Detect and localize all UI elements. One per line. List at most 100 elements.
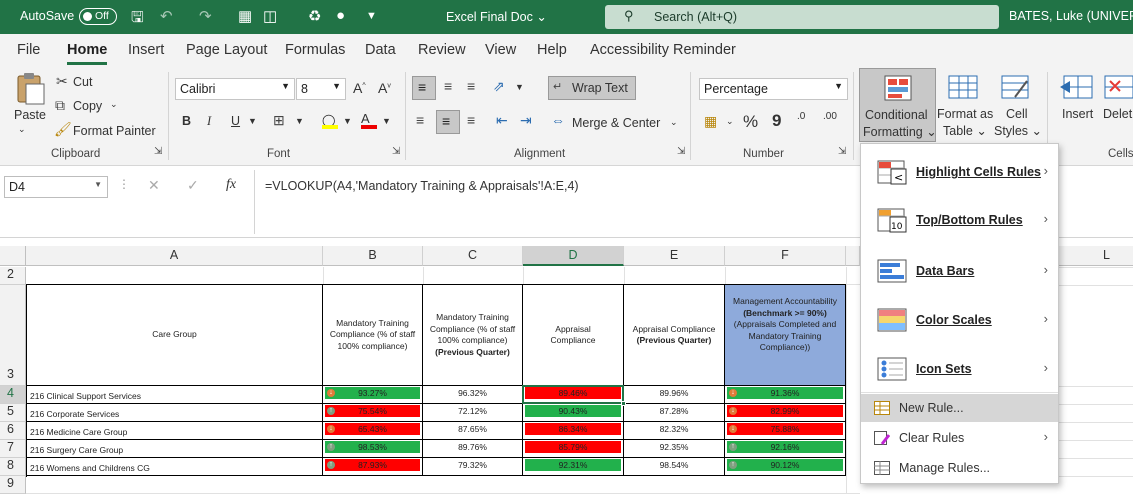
row-header-6[interactable]: 6 [0, 422, 26, 440]
align-center-icon[interactable]: ≡ [436, 110, 460, 134]
menu-item-manage-rules[interactable]: Manage Rules... [861, 454, 1058, 482]
borders-dropdown-icon[interactable]: ▼ [295, 116, 304, 126]
value-cell-b[interactable]: 75.54% ↑ [323, 404, 423, 422]
tab-home[interactable]: Home [67, 42, 108, 65]
format-as-table-label-2[interactable]: Table ⌄ [943, 123, 987, 138]
top-align-icon[interactable]: ≡ [412, 76, 436, 100]
care-group-cell[interactable]: 216 Medicine Care Group [27, 422, 323, 440]
value-cell-e[interactable]: 89.96% [624, 386, 725, 404]
confirm-entry-icon[interactable]: ✓ [187, 177, 199, 194]
font-launcher-icon[interactable]: ⇲ [392, 146, 400, 157]
menu-item-top-bottom-rules[interactable]: 10 Top/Bottom Rules › [861, 200, 1058, 240]
row-header-9[interactable]: 9 [0, 476, 26, 494]
underline-dropdown-icon[interactable]: ▼ [248, 116, 257, 126]
bottom-align-icon[interactable]: ≡ [467, 78, 475, 94]
paste-icon[interactable] [14, 72, 48, 106]
font-name-box[interactable]: Calibri ▼ [175, 78, 295, 100]
cut-icon[interactable]: ✂ [56, 73, 68, 90]
copy-dropdown-icon[interactable]: ⌄ [110, 99, 118, 110]
select-all-corner[interactable] [0, 246, 26, 266]
merge-center-button[interactable]: Merge & Center [572, 116, 660, 130]
menu-item-highlight-cells-rules[interactable]: < Highlight Cells Rules › [861, 152, 1058, 192]
format-painter-button[interactable]: Format Painter [73, 124, 156, 138]
format-as-table-icon[interactable] [948, 75, 980, 101]
document-title[interactable]: Excel Final Doc ⌄ [446, 9, 547, 24]
value-cell-f[interactable]: 90.12% ↑ [725, 458, 846, 476]
data-form-icon[interactable]: ▦ [238, 7, 252, 25]
middle-align-icon[interactable]: ≡ [444, 78, 452, 94]
fill-color-icon[interactable]: ◯ [322, 113, 338, 129]
delete-cells-icon[interactable] [1104, 75, 1133, 101]
cancel-entry-icon[interactable]: ✕ [148, 177, 160, 194]
value-cell-f[interactable]: 92.16% ↑ [725, 440, 846, 458]
font-color-dropdown-icon[interactable]: ▼ [382, 116, 391, 126]
bold-button[interactable]: B [182, 114, 191, 128]
paste-dropdown-icon[interactable]: ⌄ [18, 124, 26, 135]
italic-button[interactable]: I [207, 114, 211, 129]
copy-icon[interactable]: ⧉ [55, 97, 65, 114]
increase-indent-icon[interactable]: ⇥ [520, 112, 532, 129]
column-header-a[interactable]: A [26, 246, 323, 266]
merge-dropdown-icon[interactable]: ⌄ [670, 117, 678, 128]
user-name[interactable]: BATES, Luke (UNIVERSIT [1009, 9, 1133, 23]
delete-cells-button[interactable]: Delet [1103, 107, 1132, 121]
value-cell-b[interactable]: 65.43% ↓ [323, 422, 423, 440]
redo-icon[interactable]: ↷ [199, 7, 212, 25]
underline-button[interactable]: U [231, 114, 240, 128]
insert-cells-button[interactable]: Insert [1062, 107, 1093, 121]
header-cell-c[interactable]: Mandatory Training Compliance (% of staf… [423, 285, 523, 386]
value-cell-c[interactable]: 96.32% [423, 386, 523, 404]
comma-style-button[interactable]: 9 [772, 111, 781, 131]
header-cell-care-group[interactable]: Care Group [27, 285, 323, 386]
cell-styles-label-2[interactable]: Styles ⌄ [994, 123, 1042, 138]
column-header-d[interactable]: D [523, 246, 624, 266]
align-right-icon[interactable]: ≡ [467, 112, 475, 128]
value-cell-f[interactable]: 75.88% ↓ [725, 422, 846, 440]
value-cell-f[interactable]: 91.36% ↓ [725, 386, 846, 404]
column-header-g[interactable] [846, 246, 860, 266]
insert-function-button[interactable]: fx [226, 177, 236, 193]
borders-icon[interactable]: ⊞ [273, 112, 285, 129]
value-cell-e[interactable]: 87.28% [624, 404, 725, 422]
value-cell-b[interactable]: 93.27% ↓ [323, 386, 423, 404]
tab-help[interactable]: Help [537, 42, 567, 58]
value-cell-f[interactable]: 82.99% ↓ [725, 404, 846, 422]
paste-button[interactable]: Paste [14, 108, 46, 122]
tab-view[interactable]: View [485, 42, 516, 58]
align-left-icon[interactable]: ≡ [416, 112, 424, 128]
formula-input[interactable]: =VLOOKUP(A4,'Mandatory Training & Apprai… [265, 179, 579, 193]
conditional-formatting-button[interactable]: Conditional Formatting ⌄ [859, 68, 937, 142]
header-cell-e[interactable]: Appraisal Compliance (Previous Quarter) [624, 285, 725, 386]
row-header-4[interactable]: 4 [0, 386, 26, 404]
font-size-box[interactable]: 8 ▼ [296, 78, 346, 100]
value-cell-c[interactable]: 79.32% [423, 458, 523, 476]
fill-dropdown-icon[interactable]: ▼ [343, 116, 352, 126]
alignment-launcher-icon[interactable]: ⇲ [677, 146, 685, 157]
care-group-cell[interactable]: 216 Womens and Childrens CG [27, 458, 323, 476]
menu-item-icon-sets[interactable]: Icon Sets › [861, 349, 1058, 389]
value-cell-d[interactable]: 90.43% [523, 404, 624, 422]
menu-item-data-bars[interactable]: Data Bars › [861, 251, 1058, 291]
header-cell-b[interactable]: Mandatory Training Compliance (% of staf… [323, 285, 423, 386]
fill-handle[interactable] [621, 401, 626, 406]
customize-qa-icon[interactable]: ▼ [366, 10, 377, 22]
header-cell-f[interactable]: Management Accountability (Benchmark >= … [725, 285, 846, 386]
cell-styles-label-1[interactable]: Cell [1006, 107, 1028, 121]
borders-qa-icon[interactable]: ◫ [263, 7, 277, 25]
column-header-f[interactable]: F [725, 246, 846, 266]
tab-insert[interactable]: Insert [128, 42, 164, 58]
accessibility-icon[interactable]: ♻ [308, 7, 321, 25]
value-cell-c[interactable]: 72.12% [423, 404, 523, 422]
number-launcher-icon[interactable]: ⇲ [838, 146, 846, 157]
column-header-e[interactable]: E [624, 246, 725, 266]
value-cell-e[interactable]: 98.54% [624, 458, 725, 476]
care-group-cell[interactable]: 216 Corporate Services [27, 404, 323, 422]
tab-page-layout[interactable]: Page Layout [186, 42, 267, 58]
value-cell-d[interactable]: 85.79% [523, 440, 624, 458]
value-cell-c[interactable]: 89.76% [423, 440, 523, 458]
orientation-icon[interactable]: ⇗ [493, 78, 505, 95]
save-icon[interactable]: 🖫 [131, 7, 144, 32]
copy-button[interactable]: Copy [73, 99, 102, 113]
value-cell-d[interactable]: 92.31% [523, 458, 624, 476]
merge-center-icon[interactable]: ⇔ [551, 112, 565, 128]
